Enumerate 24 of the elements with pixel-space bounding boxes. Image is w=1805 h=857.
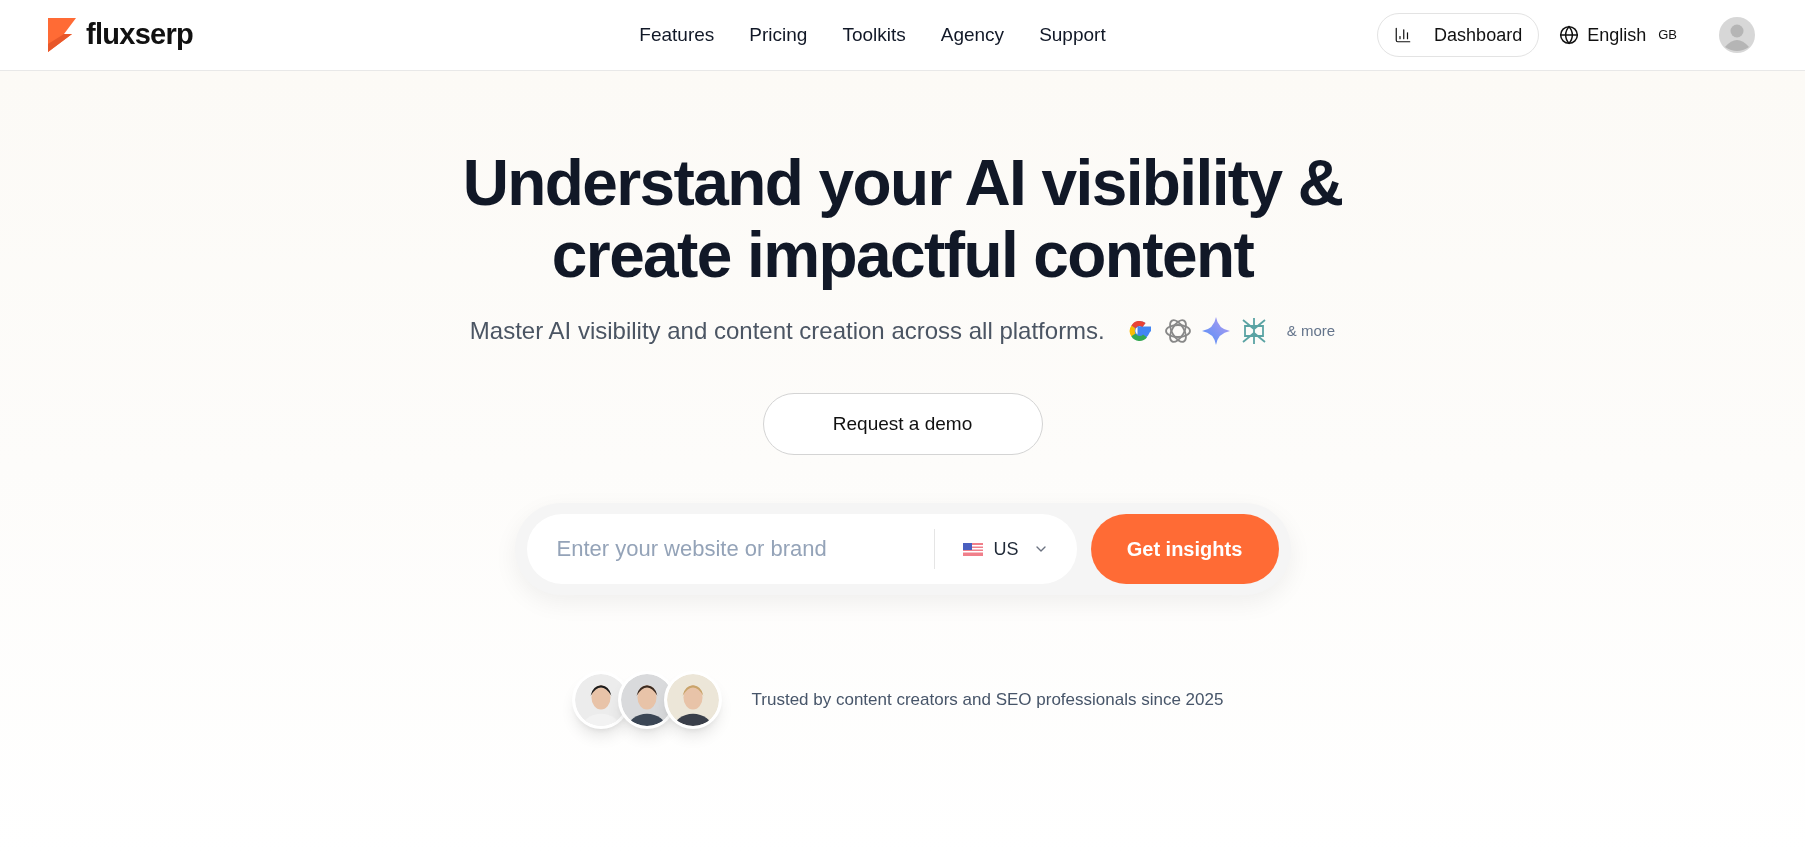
nav-link[interactable]: Support	[1039, 20, 1106, 50]
avatar	[663, 671, 722, 729]
hero-heading-line: Understand your AI visibility &	[462, 147, 1343, 219]
nav-link[interactable]: Features	[639, 20, 715, 50]
country-selector[interactable]: US	[935, 514, 1077, 584]
nav-link[interactable]: Agency	[940, 20, 1005, 50]
language-label: English	[1587, 23, 1647, 47]
more-platforms-label: & more	[1286, 320, 1336, 341]
hero-subtitle: Master AI visibility and content creation across all platforms.	[469, 316, 1105, 346]
website-input[interactable]: Enter your website or brand	[526, 514, 935, 584]
globe-icon	[1559, 25, 1580, 45]
request-demo-button[interactable]: Request a demo	[762, 393, 1043, 455]
logo-icon[interactable]	[46, 18, 76, 52]
knot-icon	[1162, 316, 1193, 346]
nav-link[interactable]: Pricing	[749, 20, 808, 50]
flag-icon	[963, 542, 984, 556]
hero-heading-line: create impactful content	[550, 219, 1255, 291]
bar-chart-icon	[1394, 26, 1413, 44]
nav-link[interactable]: Toolkits	[842, 20, 906, 50]
trust-text: Trusted by content creators and SEO professionals since 2025	[751, 689, 1224, 712]
region-code: GB	[1658, 26, 1677, 45]
user-avatar[interactable]	[1719, 17, 1755, 53]
logo-wordmark[interactable]: fluxserp	[86, 13, 193, 57]
language-selector[interactable]: English GB	[1559, 21, 1677, 49]
